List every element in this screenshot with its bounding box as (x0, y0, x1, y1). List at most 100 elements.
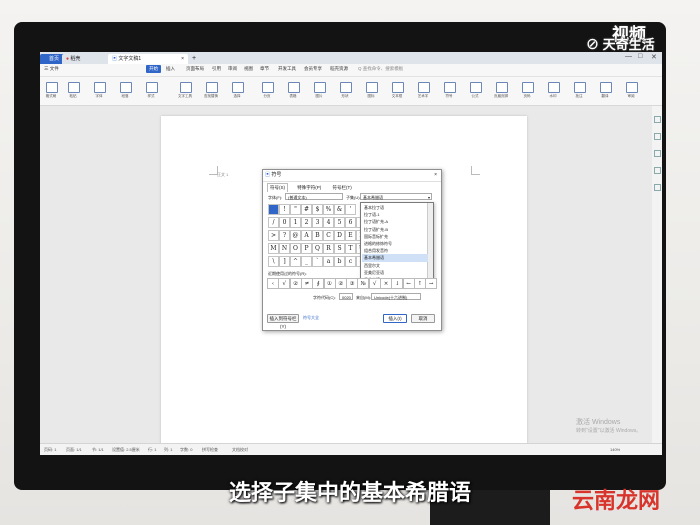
menu-member[interactable]: 会员专享 (304, 66, 322, 72)
symbol-cell[interactable]: _ (301, 256, 312, 267)
select-icon[interactable] (232, 82, 244, 93)
recent-symbol[interactable]: √ (278, 278, 291, 289)
recent-symbol[interactable]: ∮ (312, 278, 325, 289)
textbox-icon[interactable] (392, 82, 404, 93)
symbol-cell[interactable]: 1 (290, 217, 301, 228)
recent-symbol[interactable]: ↑ (413, 278, 426, 289)
recent-symbol[interactable]: ② (334, 278, 347, 289)
recent-symbol[interactable]: № (357, 278, 370, 289)
symbol-cell[interactable]: $ (312, 204, 323, 215)
menu-references[interactable]: 引用 (212, 66, 221, 72)
page-number-icon[interactable] (522, 82, 534, 93)
icons-icon[interactable] (366, 82, 378, 93)
symbol-cell[interactable]: \ (268, 256, 279, 267)
translate-icon[interactable] (600, 82, 612, 93)
subset-select[interactable]: 基本希腊语 ▾ (360, 193, 432, 200)
recent-symbol[interactable]: ↓ (391, 278, 404, 289)
symbol-cell[interactable]: @ (290, 230, 301, 241)
symbol-tip-link[interactable]: 符号大全 (303, 315, 319, 321)
find-replace-icon[interactable] (206, 82, 218, 93)
symbol-icon[interactable] (444, 82, 456, 93)
picture-icon[interactable] (314, 82, 326, 93)
char-code-input[interactable]: 0020 (339, 293, 353, 300)
menu-view[interactable]: 视图 (244, 66, 253, 72)
status-proofread[interactable]: 文档校对 (232, 447, 248, 453)
sidebar-tool-icon[interactable] (653, 167, 661, 174)
comment-icon[interactable] (574, 82, 586, 93)
subset-option[interactable]: 进格的修饰符号 (362, 240, 428, 247)
insert-button[interactable]: 插入(I) (383, 314, 407, 323)
symbol-cell[interactable]: " (290, 204, 301, 215)
subset-option[interactable]: 基本拉丁语 (362, 204, 428, 211)
recent-symbol[interactable]: ③ (346, 278, 359, 289)
symbol-cell[interactable]: 6 (345, 217, 356, 228)
table-icon[interactable] (288, 82, 300, 93)
symbol-cell[interactable]: B (312, 230, 323, 241)
close-tab-icon[interactable]: × (181, 54, 184, 64)
subset-option[interactable]: 拉丁语扩充-A (362, 218, 428, 225)
symbol-cell[interactable]: > (268, 230, 279, 241)
symbol-cell[interactable]: 5 (334, 217, 345, 228)
header-footer-icon[interactable] (496, 82, 508, 93)
review-icon[interactable] (626, 82, 638, 93)
symbol-cell[interactable]: C (323, 230, 334, 241)
recent-symbol[interactable]: ② (289, 278, 302, 289)
symbol-cell[interactable]: ! (279, 204, 290, 215)
recent-symbol[interactable]: × (380, 278, 392, 289)
symbol-cell[interactable]: / (268, 217, 279, 228)
symbol-cell[interactable]: M (268, 243, 279, 254)
symbol-cell[interactable]: E (345, 230, 356, 241)
dialog-close-icon[interactable]: × (434, 170, 437, 181)
subset-dropdown-list[interactable]: 基本拉丁语 拉丁语-1 拉丁语扩充-A 拉丁语扩充-B 国际音标扩充 进格的修饰符号 组合用… (360, 202, 434, 286)
symbol-cell[interactable]: P (301, 243, 312, 254)
symbol-cell[interactable]: # (301, 204, 312, 215)
paste-icon[interactable] (68, 82, 80, 93)
symbol-cell[interactable]: 3 (312, 217, 323, 228)
tab-docer[interactable]: ● 稻壳 (62, 54, 90, 64)
menu-file[interactable]: 三 文件 (44, 66, 59, 72)
new-tab-button[interactable]: + (188, 54, 200, 64)
menu-review[interactable]: 审阅 (228, 66, 237, 72)
tab-special-chars[interactable]: 特殊字符(P) (295, 184, 323, 192)
from-select[interactable]: Unicode(十六进制) (371, 293, 421, 300)
tab-document[interactable]: ▣ 文字文稿1 × (108, 54, 188, 64)
symbol-grid[interactable]: !"#$%&'/01234567>?@ABCDEFMNOPQRSTU\]^_`a… (268, 204, 367, 270)
subset-option[interactable]: 亚美尼亚语 (362, 269, 428, 276)
close-window-button[interactable]: ✕ (651, 53, 657, 61)
paragraph-icon[interactable] (120, 82, 132, 93)
subset-option[interactable]: 拉丁语扩充-B (362, 226, 428, 233)
cancel-button[interactable]: 取消 (411, 314, 435, 323)
symbol-cell[interactable]: A (301, 230, 312, 241)
styles-icon[interactable] (146, 82, 158, 93)
font-icon[interactable] (94, 82, 106, 93)
symbol-cell[interactable]: & (334, 204, 345, 215)
symbol-cell[interactable]: ' (345, 204, 356, 215)
wordart-icon[interactable] (418, 82, 430, 93)
text-tools-icon[interactable] (180, 82, 192, 93)
subset-option[interactable]: 西里尔文 (362, 262, 428, 269)
formula-icon[interactable] (470, 82, 482, 93)
minimize-button[interactable]: — (625, 53, 632, 60)
watermark-icon[interactable] (548, 82, 560, 93)
menu-docer[interactable]: 稻壳资源 (330, 66, 348, 72)
menu-layout[interactable]: 页面布局 (186, 66, 204, 72)
symbol-cell[interactable]: Q (312, 243, 323, 254)
symbol-cell[interactable]: O (290, 243, 301, 254)
symbol-cell[interactable]: ] (279, 256, 290, 267)
symbol-cell[interactable]: 0 (279, 217, 290, 228)
format-painter-icon[interactable] (46, 82, 58, 93)
recent-symbol[interactable]: √ (368, 278, 381, 289)
tab-symbol-bar[interactable]: 符号栏(T) (331, 184, 354, 192)
menu-sections[interactable]: 章节 (260, 66, 269, 72)
font-select[interactable]: (普通文本) (285, 193, 343, 200)
symbol-cell[interactable]: b (334, 256, 345, 267)
symbol-cell[interactable]: % (323, 204, 334, 215)
recent-symbol[interactable]: ① (323, 278, 336, 289)
recent-symbol[interactable]: → (425, 278, 438, 289)
menu-insert[interactable]: 插入 (166, 66, 175, 72)
subset-option[interactable]: 组合用发音符 (362, 247, 428, 254)
status-spellcheck[interactable]: 拼写检查 (202, 447, 218, 453)
sidebar-tool-icon[interactable] (653, 150, 661, 157)
sidebar-tool-icon[interactable] (653, 133, 661, 140)
symbol-cell[interactable] (268, 204, 279, 215)
